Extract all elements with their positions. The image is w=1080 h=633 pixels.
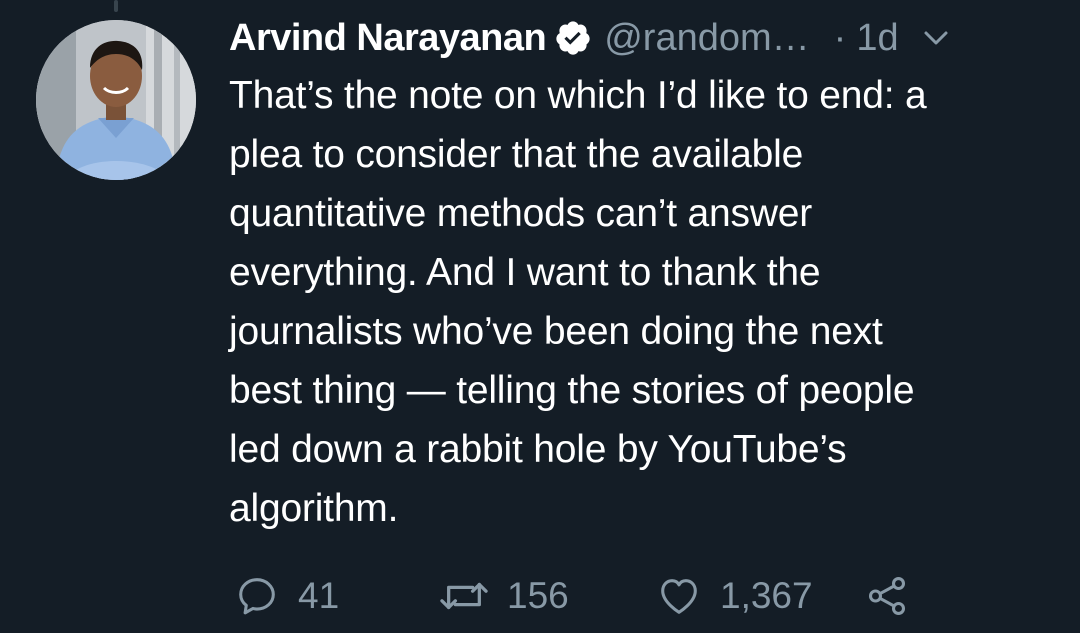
heart-icon bbox=[661, 579, 697, 614]
reply-icon bbox=[239, 578, 275, 615]
tweet[interactable]: Arvind Narayanan @random… · 1d That’s th… bbox=[0, 0, 1080, 633]
author-name[interactable]: Arvind Narayanan bbox=[229, 17, 547, 60]
retweet-icon bbox=[440, 582, 488, 610]
separator-dot: · bbox=[833, 16, 847, 59]
chevron-down-icon[interactable] bbox=[921, 23, 951, 53]
retweet-count: 156 bbox=[507, 575, 569, 616]
timestamp[interactable]: 1d bbox=[856, 17, 898, 60]
avatar-image bbox=[36, 20, 196, 180]
thread-line bbox=[114, 0, 118, 12]
tweet-content: Arvind Narayanan @random… · 1d That’s th… bbox=[229, 10, 1049, 538]
like-button[interactable]: 1,367 bbox=[656, 570, 813, 622]
avatar[interactable] bbox=[36, 20, 196, 180]
tweet-text: That’s the note on which I’d like to end… bbox=[229, 74, 927, 530]
tweet-actions: 41 156 1,367 bbox=[234, 570, 1034, 622]
author-handle[interactable]: @random… bbox=[604, 17, 809, 60]
share-icon bbox=[868, 577, 906, 615]
tweet-header: Arvind Narayanan @random… · 1d bbox=[229, 10, 1049, 66]
reply-count: 41 bbox=[298, 575, 340, 616]
share-button[interactable] bbox=[864, 570, 910, 622]
reply-button[interactable]: 41 bbox=[234, 570, 339, 622]
retweet-button[interactable]: 156 bbox=[439, 570, 569, 622]
like-count: 1,367 bbox=[720, 575, 813, 616]
verified-badge-icon bbox=[556, 21, 590, 55]
